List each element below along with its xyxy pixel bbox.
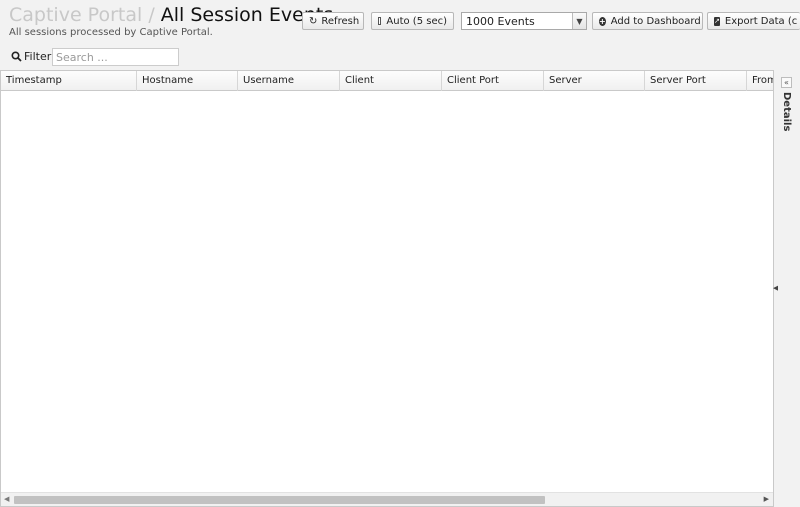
- chevron-down-icon[interactable]: ▼: [572, 13, 586, 29]
- horizontal-scrollbar[interactable]: ◀ ▶: [1, 492, 773, 506]
- column-header-server-port[interactable]: Server Port: [645, 71, 747, 91]
- filter-label: Filter: [11, 50, 51, 63]
- scroll-left-icon[interactable]: ◀: [4, 495, 9, 503]
- refresh-button-label: Refresh: [321, 15, 360, 27]
- filter-label-text: Filter: [24, 50, 52, 63]
- breadcrumb-captive-portal[interactable]: Captive Portal: [9, 4, 142, 26]
- column-header-client-port[interactable]: Client Port: [442, 71, 544, 91]
- events-grid: Timestamp Hostname Username Client Clien…: [0, 70, 774, 507]
- grid-header: Timestamp Hostname Username Client Clien…: [1, 71, 773, 91]
- checkbox-icon: [378, 17, 382, 25]
- breadcrumb-separator: /: [148, 4, 155, 26]
- plus-circle-icon: +: [599, 16, 606, 26]
- page-header: Captive Portal / All Session Events All …: [0, 0, 800, 44]
- auto-refresh-label: Auto (5 sec): [386, 15, 447, 27]
- filter-bar: Filter: [0, 44, 800, 70]
- column-header-server[interactable]: Server: [544, 71, 645, 91]
- refresh-icon: ↻: [309, 15, 318, 27]
- column-header-timestamp[interactable]: Timestamp: [1, 71, 137, 91]
- column-header-hostname[interactable]: Hostname: [137, 71, 238, 91]
- column-header-from[interactable]: From: [747, 71, 773, 91]
- details-panel: « Details: [778, 74, 800, 507]
- scrollbar-thumb[interactable]: [14, 496, 545, 504]
- double-chevron-left-icon[interactable]: «: [781, 77, 792, 88]
- events-limit-value: 1000 Events: [466, 14, 535, 28]
- app-window: Captive Portal / All Session Events All …: [0, 0, 800, 507]
- scroll-right-icon[interactable]: ▶: [764, 495, 769, 503]
- export-data-button[interactable]: ↗ Export Data (c: [707, 12, 800, 30]
- column-header-username[interactable]: Username: [238, 71, 340, 91]
- column-header-client[interactable]: Client: [340, 71, 442, 91]
- page-title: Captive Portal / All Session Events: [9, 4, 333, 26]
- export-data-label: Export Data (c: [724, 15, 798, 27]
- export-icon: ↗: [714, 16, 720, 26]
- add-to-dashboard-button[interactable]: + Add to Dashboard: [592, 12, 703, 30]
- details-panel-label[interactable]: Details: [781, 92, 792, 131]
- add-to-dashboard-label: Add to Dashboard: [610, 15, 701, 27]
- refresh-button[interactable]: ↻ Refresh: [302, 12, 364, 30]
- page-subtitle: All sessions processed by Captive Portal…: [9, 27, 213, 38]
- auto-refresh-button[interactable]: Auto (5 sec): [371, 12, 454, 30]
- events-limit-select[interactable]: 1000 Events ▼: [461, 12, 587, 30]
- grid-body: [1, 91, 773, 492]
- search-icon: [11, 51, 22, 62]
- search-input[interactable]: [52, 48, 179, 66]
